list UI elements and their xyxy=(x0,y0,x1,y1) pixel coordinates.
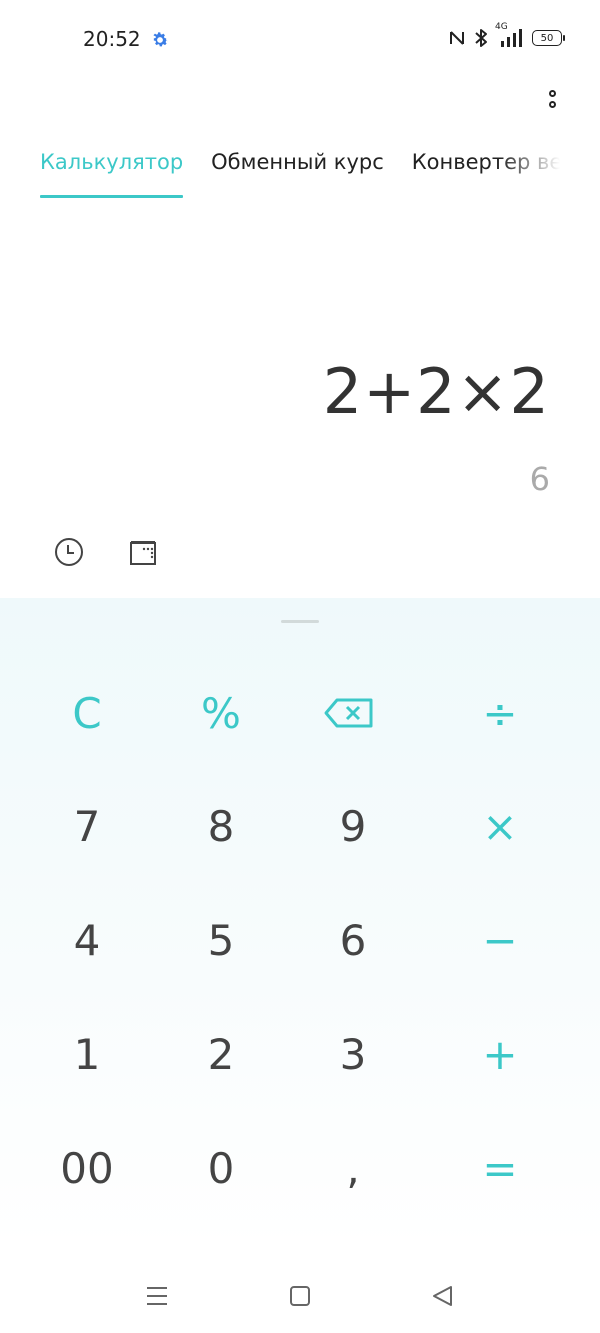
multiply-button[interactable]: × xyxy=(445,781,555,871)
digit-7-button[interactable]: 7 xyxy=(32,781,142,871)
clear-button[interactable]: C xyxy=(32,668,142,758)
digit-1-button[interactable]: 1 xyxy=(32,1009,142,1099)
digit-9-button[interactable]: 9 xyxy=(298,781,408,871)
gear-icon xyxy=(153,32,168,47)
scientific-mode-icon[interactable] xyxy=(128,536,160,568)
equals-button[interactable]: = xyxy=(445,1123,555,1213)
status-time: 20:52 xyxy=(83,27,141,51)
clock-icon[interactable] xyxy=(53,536,85,568)
tab-unit-converter[interactable]: Конвертер величин xyxy=(412,150,560,198)
comma-button[interactable]: , xyxy=(298,1123,408,1213)
expression-display[interactable]: 2+2×2 xyxy=(323,355,550,428)
keypad-drag-handle[interactable] xyxy=(281,620,319,623)
backspace-button[interactable] xyxy=(294,668,404,758)
signal-indicator: 4G xyxy=(495,22,523,48)
result-display: 6 xyxy=(529,460,550,498)
bluetooth-icon xyxy=(475,29,487,47)
status-bar: 20:52 4G 50 xyxy=(0,0,600,80)
nfc-icon xyxy=(450,31,464,45)
digit-6-button[interactable]: 6 xyxy=(298,895,408,985)
double-zero-button[interactable]: 00 xyxy=(32,1123,142,1213)
battery-indicator: 50 xyxy=(532,30,565,46)
digit-3-button[interactable]: 3 xyxy=(298,1009,408,1099)
digit-5-button[interactable]: 5 xyxy=(166,895,276,985)
back-icon[interactable] xyxy=(430,1283,456,1309)
menu-icon[interactable] xyxy=(144,1283,170,1309)
tab-calculator[interactable]: Калькулятор xyxy=(40,150,184,198)
digit-2-button[interactable]: 2 xyxy=(166,1009,276,1099)
tab-exchange-rate[interactable]: Обменный курс xyxy=(211,150,384,198)
backspace-icon xyxy=(324,698,373,728)
mode-tabs: Калькулятор Обменный курс Конвертер вели… xyxy=(40,150,560,210)
percent-button[interactable]: % xyxy=(166,668,276,758)
home-icon[interactable] xyxy=(287,1283,313,1309)
digit-4-button[interactable]: 4 xyxy=(32,895,142,985)
divide-button[interactable]: ÷ xyxy=(445,668,555,758)
more-vertical-icon[interactable] xyxy=(548,90,562,116)
minus-button[interactable]: − xyxy=(445,895,555,985)
status-icons: 4G 50 xyxy=(449,22,565,48)
system-nav-bar xyxy=(0,1248,600,1333)
digit-8-button[interactable]: 8 xyxy=(166,781,276,871)
digit-0-button[interactable]: 0 xyxy=(166,1123,276,1213)
network-type: 4G xyxy=(495,22,508,32)
keypad: C % ÷ 7 8 9 × 4 5 6 − 1 2 3 + 00 0 , = xyxy=(0,598,600,1248)
plus-button[interactable]: + xyxy=(445,1009,555,1099)
